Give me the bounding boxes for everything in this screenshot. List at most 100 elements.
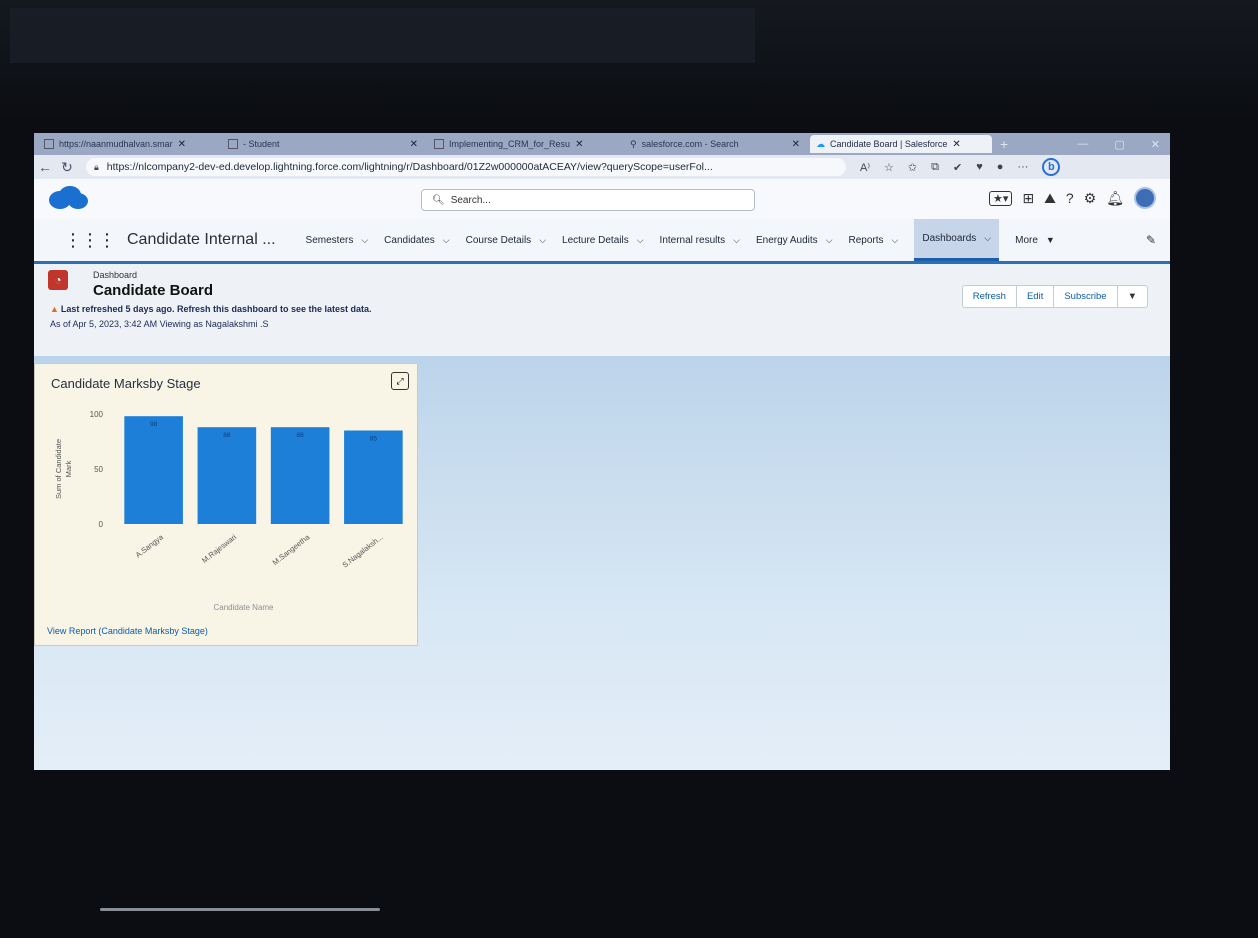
close-icon[interactable]: ✕ [575,139,583,150]
minimize-icon[interactable]: — [1077,138,1088,151]
global-search-input[interactable]: 🔍︎ Search... [421,189,755,211]
nav-item-internal-results[interactable]: Internal results ⌵ [660,219,740,261]
favorites-icon[interactable]: ✩ [908,161,917,174]
back-arrow-icon[interactable]: ← [34,159,56,175]
tab-page-icon [434,139,444,149]
nav-label: Energy Audits [755,234,818,246]
caret-down-icon[interactable]: ▼ [1046,235,1055,245]
y-tick-label: 50 [94,465,103,474]
global-actions-icon[interactable]: ⊞ [1022,190,1034,207]
app-launcher-icon[interactable]: ⋮⋮⋮ [64,230,116,251]
subscribe-button[interactable]: Subscribe [1054,286,1118,307]
chevron-down-icon[interactable]: ⌵ [539,235,546,246]
x-tick-label: S.Nagalaksh... [341,532,385,569]
edit-nav-pencil-icon[interactable]: ✎ [1146,233,1156,247]
screen-glare [10,8,755,63]
more-options-icon[interactable]: ··· [1017,161,1028,173]
nav-item-course-details[interactable]: Course Details ⌵ [466,219,546,261]
warning-icon: ▲ [50,304,59,314]
expand-icon[interactable]: ⤢ [391,372,409,390]
y-axis-label-line2: Mark [64,460,73,477]
window-controls: — ▢ ✕ [1077,138,1170,151]
close-window-icon[interactable]: ✕ [1151,138,1160,151]
salesforce-cloud-icon: ☁ [816,138,825,149]
as-of-text: As of Apr 5, 2023, 3:42 AM Viewing as Na… [50,319,269,329]
header-utility-icons: ★▾ ⊞ ⛰ ? ⚙ 🔔︎ [988,187,1156,209]
profile-icon[interactable]: ● [997,161,1004,173]
monitor-stand-edge [100,908,380,911]
app-navigation-bar: ⋮⋮⋮ Candidate Internal ... Semesters ⌵ Ca… [34,219,1170,264]
nav-item-semesters[interactable]: Semesters ⌵ [306,219,369,261]
browser-tab[interactable]: ⚲ salesforce.com - Search ✕ [624,135,806,153]
warning-text: Last refreshed 5 days ago. Refresh this … [60,304,372,314]
nav-label: Reports [848,234,884,246]
user-avatar[interactable] [1134,187,1156,209]
browser-tab[interactable]: Implementing_CRM_for_Resu ✕ [428,135,620,153]
nav-item-energy-audits[interactable]: Energy Audits ⌵ [756,219,833,261]
nav-label: Semesters [305,234,354,246]
heart-icon[interactable]: ♥ [976,161,983,173]
nav-item-more[interactable]: More ▼ [1015,219,1055,261]
salesforce-logo[interactable] [48,185,88,211]
favorites-star-icon[interactable]: ★▾ [988,190,1013,206]
add-favorite-icon[interactable]: ☆ [884,161,894,174]
app-name: Candidate Internal ... [127,231,276,248]
close-icon[interactable]: ✕ [410,139,418,150]
dashboard-actions: Refresh Edit Subscribe ▼ [961,285,1148,308]
chevron-down-icon[interactable]: ⌵ [892,235,899,246]
tab-label: Implementing_CRM_for_Resu [449,139,571,149]
chevron-down-icon[interactable]: ⌵ [826,235,833,246]
nav-item-lecture-details[interactable]: Lecture Details ⌵ [562,219,644,261]
edit-button[interactable]: Edit [1017,286,1055,307]
nav-item-dashboards[interactable]: Dashboards ⌵ [914,219,1000,261]
url-field[interactable]: 🔒︎ https://nlcompany2-dev-ed.develop.lig… [86,158,846,176]
nav-label: More [1015,234,1038,246]
collections-icon[interactable]: ⧉ [931,161,939,174]
nav-label: Course Details [465,234,532,246]
close-icon[interactable]: ✕ [952,139,960,150]
browser-tab-active[interactable]: ☁ Candidate Board | Salesforce ✕ [810,135,992,153]
browser-tab[interactable]: https://naanmudhalvan.smar ✕ [38,135,218,153]
refresh-button[interactable]: Refresh [963,286,1017,307]
bar-data-label: 98 [150,421,158,428]
nav-item-candidates[interactable]: Candidates ⌵ [384,219,449,261]
nav-item-reports[interactable]: Reports ⌵ [849,219,899,261]
bar-chart: 100 50 0 Sum of Candidate Mark 98 A.Sangya 88 M.… [54,410,403,612]
extensions-icon[interactable]: ✔ [953,161,962,174]
close-icon[interactable]: ✕ [178,139,186,150]
nav-label: Candidates [384,234,435,246]
chevron-down-icon[interactable]: ⌵ [443,235,450,246]
chevron-down-icon[interactable]: ⌵ [637,235,644,246]
view-report-link[interactable]: View Report (Candidate Marksby Stage) [47,626,208,636]
lock-icon: 🔒︎ [94,161,99,172]
close-icon[interactable]: ✕ [792,139,800,150]
record-type-label: Dashboard [93,270,138,280]
trailhead-icon[interactable]: ⛰ [1044,190,1056,207]
chevron-down-icon[interactable]: ⌵ [984,233,991,244]
reload-icon[interactable]: ↻ [56,159,78,176]
x-tick-label: A.Sangya [134,532,166,560]
notifications-bell-icon[interactable]: 🔔︎ [1106,190,1124,207]
browser-tab[interactable]: - Student ✕ [222,135,424,153]
chevron-down-icon[interactable]: ⌵ [733,235,740,246]
new-tab-button[interactable]: + [1000,136,1008,152]
setup-gear-icon[interactable]: ⚙ [1084,190,1097,207]
nav-label: Lecture Details [562,234,629,246]
stale-data-warning: ▲ Last refreshed 5 days ago. Refresh this… [50,304,372,314]
chevron-down-icon[interactable]: ⌵ [361,235,368,246]
chart-bar[interactable] [270,427,330,524]
bing-icon[interactable]: b [1042,158,1061,176]
chart-bar[interactable] [197,427,257,524]
dashboard-component: Candidate Marksby Stage ⤢ 100 50 0 Sum of C… [34,363,418,646]
maximize-icon[interactable]: ▢ [1114,138,1124,151]
x-tick-label: M.Sangeetha [271,532,312,567]
read-aloud-icon[interactable]: A⁾ [860,161,870,174]
chart-bar[interactable] [344,430,403,525]
component-title: Candidate Marksby Stage [51,376,201,391]
y-axis-label: Sum of Candidate [54,439,63,499]
chart-bar[interactable] [124,416,183,524]
help-icon[interactable]: ? [1066,190,1074,206]
search-icon: ⚲ [630,138,637,149]
browser-tab-strip: https://naanmudhalvan.smar ✕ - Student ✕… [34,133,1170,155]
more-actions-dropdown[interactable]: ▼ [1118,286,1147,307]
